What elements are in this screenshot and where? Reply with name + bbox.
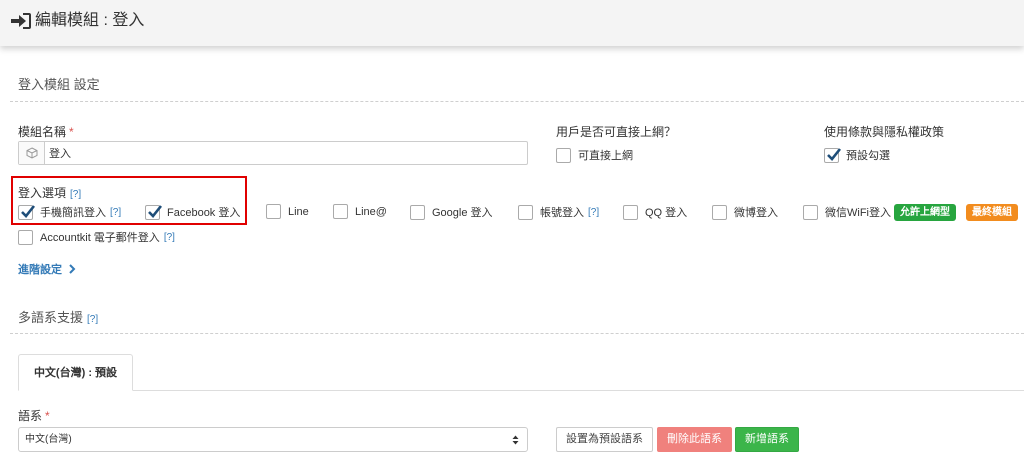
login-option-line[interactable]: Line [266, 204, 309, 219]
login-option-label: Line@ [355, 205, 387, 218]
checkbox-box[interactable] [333, 204, 348, 219]
module-name-label-text: 模組名稱 [18, 125, 67, 139]
login-option-facebook[interactable]: Facebook 登入 [145, 204, 240, 220]
login-option-label: 微信WiFi登入 [825, 207, 891, 219]
tag-allow-internet: 允許上網型 [894, 204, 956, 221]
checkbox-box[interactable] [803, 204, 818, 220]
login-option-label: QQ 登入 [645, 207, 688, 219]
settings-section-title: 登入模組 設定 [18, 77, 100, 92]
checkbox-box[interactable] [410, 204, 425, 220]
language-select[interactable]: 中文(台灣) [18, 427, 528, 452]
add-language-button[interactable]: 新增語系 [735, 427, 799, 452]
language-select-value: 中文(台灣) [25, 434, 72, 445]
advanced-settings-label: 進階設定 [18, 264, 62, 276]
help-link[interactable]: [?] [588, 207, 599, 218]
help-link[interactable]: [?] [110, 207, 121, 218]
module-name-input[interactable] [49, 144, 519, 162]
login-option-wechat[interactable]: 微信WiFi登入 [803, 204, 891, 220]
login-option-label: 帳號登入 [540, 207, 584, 219]
tab-bar-line [18, 390, 1024, 391]
language-divider [10, 333, 1024, 334]
checkbox-box-checked[interactable] [18, 204, 36, 220]
set-default-language-button[interactable]: 設置為預設語系 [556, 427, 653, 452]
checkbox-box[interactable] [18, 229, 33, 245]
checkmark-icon [21, 204, 36, 218]
advanced-settings-link[interactable]: 進階設定 [18, 261, 76, 277]
login-option-google[interactable]: Google 登入 [410, 204, 493, 220]
required-mark: * [69, 125, 74, 139]
delete-language-button[interactable]: 刪除此語系 [657, 427, 732, 452]
checkbox-box[interactable] [266, 204, 281, 219]
cube-icon [19, 142, 45, 164]
direct-access-checkbox[interactable]: 可直接上網 [556, 147, 633, 163]
checkbox-box-checked[interactable] [145, 204, 163, 220]
tab-language-zh-tw[interactable]: 中文(台灣) : 預設 [18, 354, 133, 391]
terms-label: 使用條款與隱私權政策 [824, 125, 945, 139]
checkbox-box-checked[interactable] [824, 147, 842, 163]
page-title: 編輯模組 : 登入 [35, 12, 145, 29]
select-arrows-icon [512, 435, 519, 445]
language-section-title: 多語系支援 [?] [18, 309, 98, 329]
checkbox-box[interactable] [623, 204, 638, 220]
terms-option: 預設勾選 [846, 150, 890, 162]
checkmark-icon [148, 204, 163, 218]
language-select-label-text: 語系 [18, 409, 43, 423]
module-name-label: 模組名稱 * [18, 124, 74, 140]
login-option-accountkit[interactable]: Accountkit 電子郵件登入 [?] [18, 229, 175, 245]
language-section-title-text: 多語系支援 [18, 310, 84, 325]
login-option-weibo[interactable]: 微博登入 [712, 204, 778, 220]
checkmark-icon [827, 147, 842, 161]
language-help[interactable]: [?] [87, 314, 98, 325]
login-option-sms[interactable]: 手機簡訊登入 [?] [18, 204, 121, 220]
login-option-line-at[interactable]: Line@ [333, 204, 387, 219]
checkbox-box[interactable] [518, 204, 533, 220]
checkbox-box[interactable] [712, 204, 727, 220]
login-option-qq[interactable]: QQ 登入 [623, 204, 687, 220]
help-link[interactable]: [?] [164, 232, 175, 243]
required-mark: * [45, 409, 50, 423]
login-option-label: Facebook 登入 [167, 207, 241, 219]
login-option-label: 微博登入 [734, 207, 778, 219]
login-option-label: Google 登入 [432, 207, 493, 219]
login-option-label: Line [288, 205, 309, 218]
checkbox-box[interactable] [556, 147, 571, 163]
sign-in-icon [10, 11, 32, 31]
login-option-label: 手機簡訊登入 [40, 207, 106, 219]
chevron-right-icon [69, 264, 76, 274]
settings-divider [10, 101, 1024, 102]
direct-access-option: 可直接上網 [578, 150, 633, 162]
page-header: 編輯模組 : 登入 [0, 0, 1024, 46]
login-option-label: Accountkit 電子郵件登入 [40, 232, 160, 244]
tag-final-module: 最終模組 [966, 204, 1018, 221]
direct-access-label: 用戶是否可直接上網？ [556, 125, 677, 139]
login-option-account[interactable]: 帳號登入 [?] [518, 204, 599, 220]
language-select-label: 語系 * [18, 408, 50, 424]
module-name-field[interactable] [18, 141, 528, 165]
terms-checkbox[interactable]: 預設勾選 [824, 147, 890, 163]
